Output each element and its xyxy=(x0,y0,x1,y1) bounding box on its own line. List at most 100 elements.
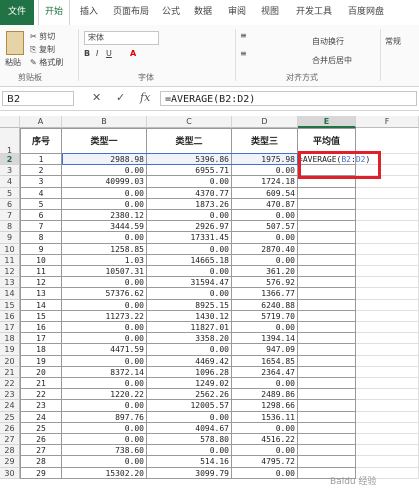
table-cell[interactable]: 0.00 xyxy=(62,400,147,412)
average-cell[interactable] xyxy=(298,355,356,367)
table-cell[interactable]: 22 xyxy=(20,389,62,401)
average-cell[interactable] xyxy=(298,198,356,210)
average-cell[interactable] xyxy=(298,378,356,390)
table-cell[interactable]: 0.00 xyxy=(62,434,147,446)
tab-file[interactable]: 文件 xyxy=(0,0,34,25)
row-header[interactable]: 30 xyxy=(0,467,20,479)
table-cell[interactable]: 0.00 xyxy=(147,176,232,188)
table-cell[interactable]: 11827.01 xyxy=(147,322,232,334)
table-cell[interactable]: 8925.15 xyxy=(147,299,232,311)
table-cell[interactable]: 1298.66 xyxy=(232,400,298,412)
table-cell[interactable]: 4094.67 xyxy=(147,422,232,434)
merge-center-button[interactable]: 合并后居中 xyxy=(312,55,352,66)
table-cell[interactable]: 28 xyxy=(20,456,62,468)
paste-button[interactable]: 粘贴 xyxy=(5,57,21,68)
tab-baidu-netdisk[interactable]: 百度网盘 xyxy=(348,0,384,25)
row-header[interactable]: 27 xyxy=(0,434,20,446)
format-painter-button[interactable]: ✎ 格式刷 xyxy=(30,57,63,68)
table-cell[interactable]: 7 xyxy=(20,221,62,233)
average-cell[interactable] xyxy=(298,400,356,412)
row-header[interactable]: 3 xyxy=(0,165,20,177)
corner-select-all[interactable] xyxy=(0,116,20,128)
table-cell[interactable]: 2562.26 xyxy=(147,389,232,401)
table-cell[interactable]: 18 xyxy=(20,344,62,356)
align-left-icon[interactable]: ≡ xyxy=(240,49,247,58)
table-cell[interactable]: 0.00 xyxy=(62,187,147,199)
row-header[interactable]: 11 xyxy=(0,254,20,266)
table-cell[interactable]: 578.80 xyxy=(147,434,232,446)
row-header[interactable]: 22 xyxy=(0,378,20,390)
row-header[interactable]: 26 xyxy=(0,422,20,434)
row-header[interactable]: 4 xyxy=(0,176,20,188)
row-header[interactable]: 20 xyxy=(0,355,20,367)
row-header[interactable]: 28 xyxy=(0,445,20,457)
table-cell[interactable]: 947.09 xyxy=(232,344,298,356)
table-cell[interactable]: 4469.42 xyxy=(147,355,232,367)
table-cell[interactable]: 0.00 xyxy=(232,445,298,457)
average-cell[interactable] xyxy=(298,411,356,423)
table-cell[interactable]: 31594.47 xyxy=(147,277,232,289)
tab-page-layout[interactable]: 页面布局 xyxy=(113,0,149,25)
table-cell[interactable]: 3358.20 xyxy=(147,333,232,345)
table-cell[interactable]: 0.00 xyxy=(147,210,232,222)
table-cell[interactable]: 21 xyxy=(20,378,62,390)
align-top-icon[interactable]: ≡ xyxy=(240,31,247,40)
table-cell[interactable]: 14 xyxy=(20,299,62,311)
table-cell[interactable]: 1536.11 xyxy=(232,411,298,423)
table-cell[interactable]: 20 xyxy=(20,366,62,378)
average-cell[interactable] xyxy=(298,333,356,345)
column-header-c[interactable]: C xyxy=(147,116,232,128)
table-cell[interactable]: 0.00 xyxy=(62,165,147,177)
row-header[interactable]: 25 xyxy=(0,411,20,423)
formula-input[interactable]: =AVERAGE(B2:D2) xyxy=(160,91,417,106)
table-cell[interactable]: 4370.77 xyxy=(147,187,232,199)
table-cell[interactable]: 19 xyxy=(20,355,62,367)
table-cell[interactable]: 25 xyxy=(20,422,62,434)
table-cell[interactable]: 6240.88 xyxy=(232,299,298,311)
table-cell[interactable]: 4516.22 xyxy=(232,434,298,446)
table-cell[interactable]: 11273.22 xyxy=(62,310,147,322)
row-header[interactable]: 8 xyxy=(0,221,20,233)
table-cell[interactable]: 1 xyxy=(20,154,62,166)
table-cell[interactable]: 1366.77 xyxy=(232,288,298,300)
table-cell[interactable]: 0.00 xyxy=(147,344,232,356)
table-cell[interactable]: 5 xyxy=(20,198,62,210)
table-cell[interactable]: 0.00 xyxy=(62,422,147,434)
table-cell[interactable]: 1096.28 xyxy=(147,366,232,378)
table-cell[interactable]: 0.00 xyxy=(62,277,147,289)
column-header-d[interactable]: D xyxy=(232,116,298,128)
table-cell[interactable]: 17331.45 xyxy=(147,232,232,244)
average-cell[interactable] xyxy=(298,277,356,289)
row-header[interactable]: 14 xyxy=(0,288,20,300)
table-cell[interactable]: 23 xyxy=(20,400,62,412)
table-cell[interactable]: 3099.79 xyxy=(147,467,232,479)
row-header[interactable]: 24 xyxy=(0,400,20,412)
table-cell[interactable]: 0.00 xyxy=(62,322,147,334)
average-cell[interactable] xyxy=(298,221,356,233)
table-cell[interactable]: 10507.31 xyxy=(62,266,147,278)
average-cell[interactable] xyxy=(298,266,356,278)
table-cell[interactable]: 1.03 xyxy=(62,254,147,266)
table-cell[interactable]: 1430.12 xyxy=(147,310,232,322)
editing-cell-highlight[interactable] xyxy=(298,151,381,179)
font-name-box[interactable]: 宋体 xyxy=(84,31,159,45)
row-header[interactable]: 9 xyxy=(0,232,20,244)
table-cell[interactable]: 5719.70 xyxy=(232,310,298,322)
font-color-button[interactable]: A xyxy=(130,49,136,58)
row-header[interactable]: 2 xyxy=(0,154,20,166)
table-cell[interactable]: 897.76 xyxy=(62,411,147,423)
table-cell[interactable]: 0.00 xyxy=(62,232,147,244)
table-cell[interactable]: 0.00 xyxy=(232,422,298,434)
average-cell[interactable] xyxy=(298,243,356,255)
table-cell[interactable]: 0.00 xyxy=(232,254,298,266)
tab-review[interactable]: 审阅 xyxy=(228,0,246,25)
table-cell[interactable]: 2926.97 xyxy=(147,221,232,233)
tab-insert[interactable]: 插入 xyxy=(80,0,98,25)
wrap-text-button[interactable]: 自动换行 xyxy=(312,36,344,47)
row-header[interactable]: 1 xyxy=(0,128,20,155)
bold-button[interactable]: B xyxy=(84,49,90,58)
table-cell[interactable]: 10 xyxy=(20,254,62,266)
average-cell[interactable] xyxy=(298,187,356,199)
row-header[interactable]: 5 xyxy=(0,187,20,199)
row-header[interactable]: 15 xyxy=(0,299,20,311)
